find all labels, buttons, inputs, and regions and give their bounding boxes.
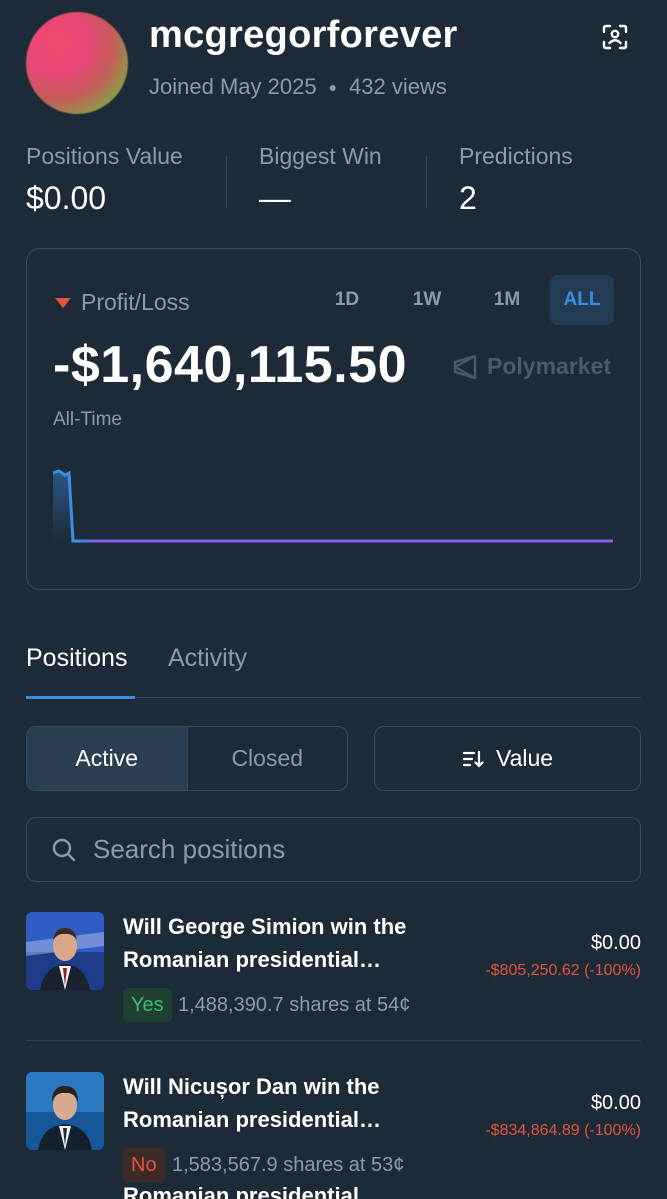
position-value: $0.00: [590, 932, 641, 954]
stat-divider: [426, 156, 427, 208]
stat-label: Predictions: [459, 143, 573, 169]
filter-active-button[interactable]: Active: [27, 727, 188, 790]
separator-dot: ●: [328, 79, 338, 95]
stat-value: 2: [459, 180, 477, 216]
tab-activity[interactable]: Activity: [168, 644, 247, 673]
tab-active-indicator: [26, 696, 135, 699]
market-thumbnail: [26, 1072, 104, 1150]
search-placeholder: Search positions: [93, 834, 286, 864]
search-positions-input[interactable]: Search positions: [26, 817, 641, 882]
pnl-label: Profit/Loss: [55, 289, 190, 316]
position-value: $0.00: [590, 1092, 641, 1114]
pnl-value: -$1,640,115.50: [53, 336, 407, 394]
stat-divider: [226, 156, 227, 208]
pnl-chart: [53, 469, 613, 543]
sort-label: Value: [495, 745, 554, 771]
stat-label: Positions Value: [26, 143, 183, 169]
stat-value: —: [259, 180, 291, 216]
view-count: 432 views: [349, 74, 447, 99]
position-row[interactable]: Will Nicușor Dan win the Romanian presid…: [26, 1070, 641, 1190]
next-market-title-partial: Romanian presidential…: [123, 1183, 381, 1199]
outcome-badge: No: [123, 1148, 165, 1182]
shares-info: 1,583,567.9 shares at 53¢: [172, 1154, 405, 1176]
sort-icon: [462, 750, 484, 768]
position-row[interactable]: Will George Simion win the Romanian pres…: [26, 910, 641, 1030]
stat-predictions: Predictions 2: [459, 143, 573, 217]
stat-biggest-win: Biggest Win —: [259, 143, 382, 217]
stat-positions-value: Positions Value $0.00: [26, 143, 183, 217]
market-title-line: Romanian presidential…: [123, 1107, 381, 1132]
polymarket-logo-icon: [453, 354, 477, 379]
profile-meta: Joined May 2025 ● 432 views: [149, 74, 447, 100]
market-title: Will George Simion win the Romanian pres…: [123, 910, 453, 976]
filter-closed-button[interactable]: Closed: [188, 727, 348, 790]
profile-page: mcgregorforever Joined May 2025 ● 432 vi…: [0, 0, 667, 1199]
polymarket-brand: Polymarket: [451, 353, 611, 380]
shares-info: 1,488,390.7 shares at 54¢: [178, 994, 411, 1016]
scan-profile-button[interactable]: [596, 18, 634, 56]
range-1w[interactable]: 1W: [399, 275, 455, 325]
range-all[interactable]: ALL: [550, 275, 614, 325]
status-toggle: Active Closed: [26, 726, 348, 791]
range-1m[interactable]: 1M: [479, 275, 535, 325]
pnl-line: [53, 469, 613, 543]
search-icon: [52, 838, 76, 861]
range-1d[interactable]: 1D: [321, 275, 373, 325]
username: mcgregorforever: [149, 14, 458, 56]
market-thumbnail: [26, 912, 104, 990]
tab-positions[interactable]: Positions: [26, 644, 127, 673]
sort-button[interactable]: Value: [374, 726, 641, 791]
outcome-badge: Yes: [123, 988, 172, 1022]
joined-date: Joined May 2025: [149, 74, 317, 99]
pnl-period: All-Time: [53, 409, 122, 430]
profit-loss-card: Profit/Loss 1D 1W 1M ALL -$1,640,115.50 …: [26, 248, 641, 590]
market-title-line: Romanian presidential…: [123, 947, 381, 972]
position-pnl: -$805,250.62 (-100%): [485, 962, 641, 979]
position-pnl: -$834,864.89 (-100%): [485, 1122, 641, 1139]
pnl-label-text: Profit/Loss: [81, 289, 190, 315]
avatar: [26, 12, 128, 114]
market-title: Will Nicușor Dan win the Romanian presid…: [123, 1070, 453, 1136]
market-title-line: Will George Simion win the: [123, 914, 407, 939]
market-title-line: Will Nicușor Dan win the: [123, 1074, 380, 1099]
brand-name: Polymarket: [487, 353, 612, 379]
down-triangle-icon: [55, 297, 71, 308]
face-scan-icon: [602, 24, 628, 50]
stat-label: Biggest Win: [259, 143, 382, 169]
stat-value: $0.00: [26, 180, 107, 216]
row-divider: [26, 1040, 641, 1041]
